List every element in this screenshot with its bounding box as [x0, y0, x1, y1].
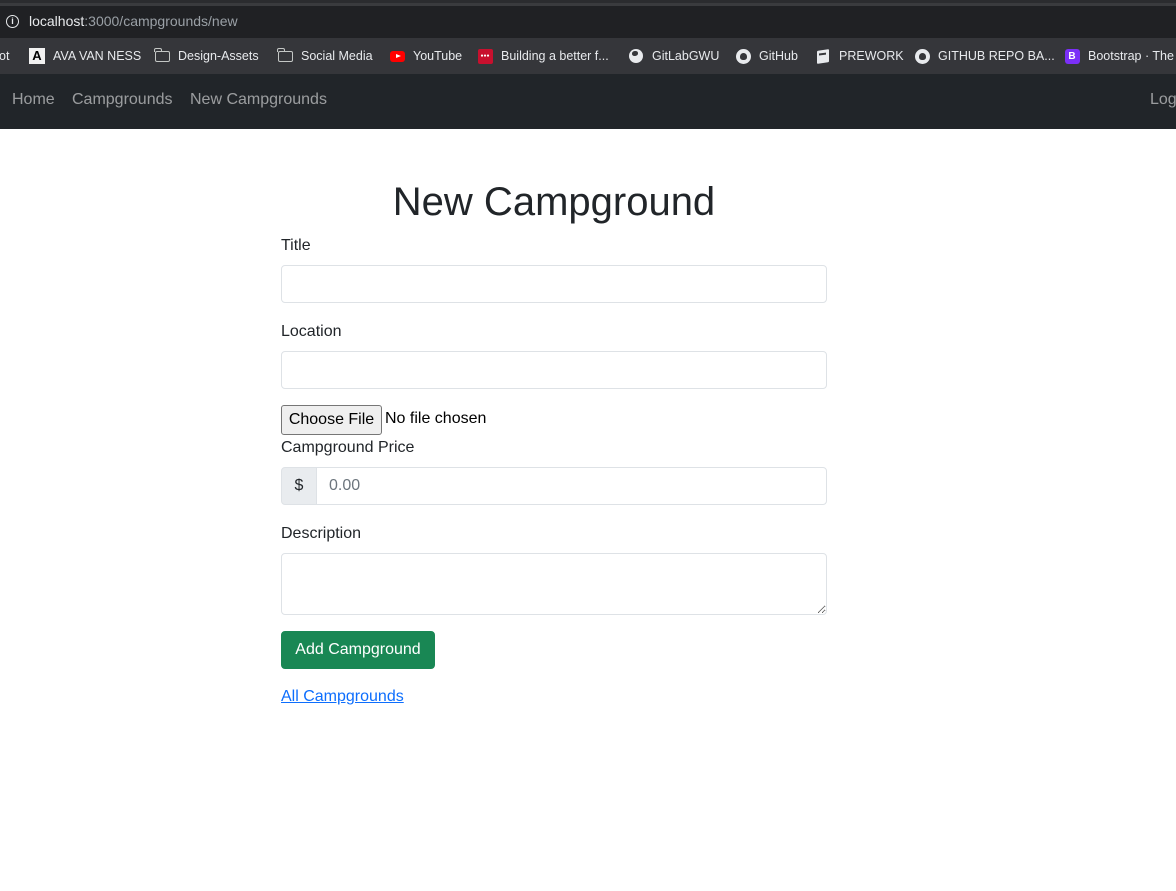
description-textarea[interactable]	[281, 553, 827, 615]
bookmark-github[interactable]: GitHub	[735, 38, 798, 74]
globe-icon	[628, 48, 644, 64]
bookmark-label: GitLabGWU	[652, 49, 720, 63]
folder-icon	[277, 47, 293, 64]
bookmark-social-media[interactable]: Social Media	[277, 38, 373, 74]
youtube-icon	[389, 48, 405, 64]
all-campgrounds-link[interactable]: All Campgrounds	[281, 688, 404, 706]
bookmark-bootstrap[interactable]: B Bootstrap · The	[1064, 38, 1174, 74]
a-logo-icon: A	[29, 48, 45, 64]
address-bar[interactable]: i localhost:3000/campgrounds/new	[0, 6, 1176, 38]
add-campground-button[interactable]: Add Campground	[281, 631, 435, 669]
bookmark-label: Social Media	[301, 49, 373, 63]
title-label: Title	[281, 237, 311, 254]
price-currency-prefix: $	[281, 467, 317, 505]
bookmark-label: GitHub	[759, 49, 798, 63]
url-path: :3000/campgrounds/new	[84, 13, 238, 29]
title-input[interactable]	[281, 265, 827, 303]
location-label: Location	[281, 323, 342, 340]
location-input[interactable]	[281, 351, 827, 389]
red-logo-icon: ●●●	[477, 48, 493, 64]
bookmark-gitlabgwu[interactable]: GitLabGWU	[628, 38, 719, 74]
folder-icon	[154, 47, 170, 64]
bookmark-prework[interactable]: PREWORK	[815, 38, 904, 74]
bookmark-label: Building a better f...	[501, 49, 609, 63]
site-info-icon[interactable]: i	[6, 15, 19, 28]
bookmark-ava-van-ness[interactable]: A AVA VAN NESS	[29, 38, 141, 74]
page-title: New Campground	[392, 180, 716, 224]
site-navbar: Home Campgrounds New Campgrounds Log	[0, 74, 1176, 129]
nav-home[interactable]: Home	[12, 91, 55, 109]
bookmark-partial[interactable]: ot	[0, 38, 9, 74]
bookmark-label: GITHUB REPO BA...	[938, 49, 1055, 63]
bookmark-youtube[interactable]: YouTube	[389, 38, 462, 74]
url-host: localhost	[29, 13, 85, 29]
github-icon	[735, 48, 751, 64]
url-text[interactable]: localhost:3000/campgrounds/new	[29, 13, 238, 29]
bookmark-label: PREWORK	[839, 49, 904, 63]
nav-new-campgrounds[interactable]: New Campgrounds	[190, 91, 327, 109]
nav-login[interactable]: Log	[1150, 91, 1176, 109]
bookmark-label: AVA VAN NESS	[53, 49, 142, 63]
choose-file-button[interactable]: Choose File	[281, 405, 382, 435]
bookmark-label: YouTube	[413, 49, 463, 63]
bookmark-label: Bootstrap · The	[1088, 49, 1174, 63]
github-icon	[914, 48, 930, 64]
bootstrap-icon: B	[1064, 48, 1080, 64]
book-icon	[815, 48, 831, 64]
bookmark-github-repo[interactable]: GITHUB REPO BA...	[914, 38, 1055, 74]
price-label: Campground Price	[281, 439, 415, 456]
price-input[interactable]	[316, 467, 827, 505]
description-label: Description	[281, 525, 362, 542]
bookmark-label: Design-Assets	[178, 49, 259, 63]
nav-campgrounds[interactable]: Campgrounds	[72, 91, 173, 109]
bookmark-label: ot	[0, 49, 10, 63]
bookmark-building-better[interactable]: ●●● Building a better f...	[477, 38, 609, 74]
bookmark-design-assets[interactable]: Design-Assets	[154, 38, 259, 74]
file-status-text: No file chosen	[385, 410, 487, 427]
bookmarks-bar: ot A AVA VAN NESS Design-Assets Social M…	[0, 38, 1176, 74]
